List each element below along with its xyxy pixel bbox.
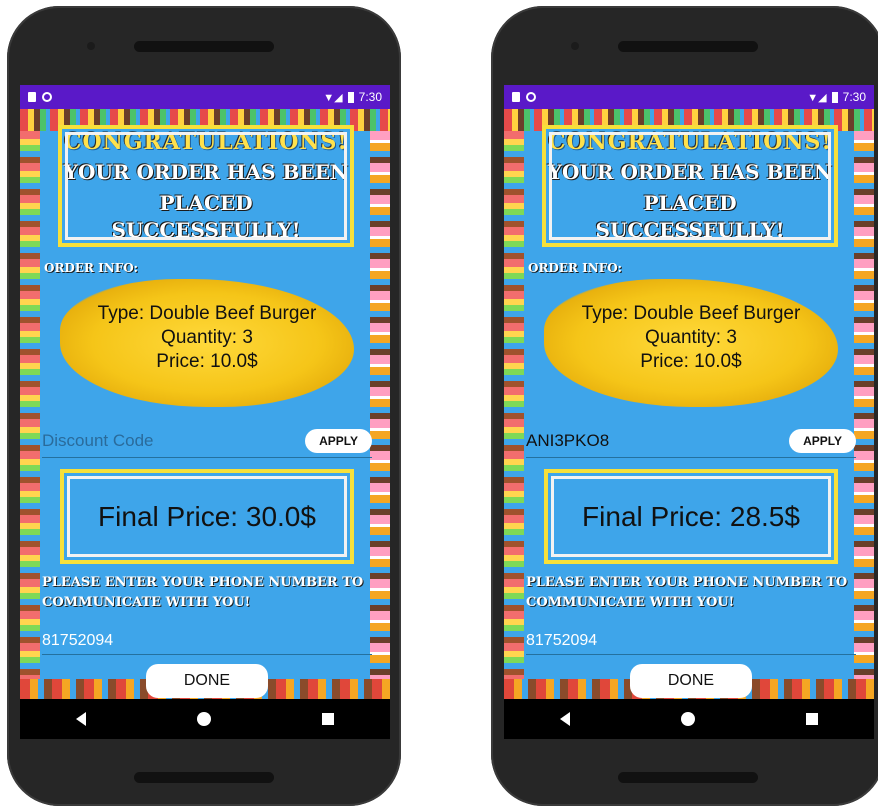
earpiece-speaker <box>618 41 758 52</box>
food-doodle-border-right <box>854 131 874 679</box>
recent-apps-icon[interactable] <box>322 713 335 725</box>
congratulations-banner: CONGRATULATIONS! YOUR ORDER HAS BEEN PLA… <box>58 125 354 247</box>
discount-row: APPLY <box>42 424 372 458</box>
final-price: Final Price: 30.0$ <box>98 500 316 532</box>
battery-icon <box>831 91 838 103</box>
food-doodle-border-left <box>504 131 524 679</box>
battery-icon <box>347 91 354 103</box>
sim-icon <box>512 92 520 102</box>
order-type: Type: Double Beef Burger <box>97 303 317 324</box>
status-time: 7:30 <box>358 90 382 104</box>
bottom-speaker <box>618 772 758 783</box>
home-icon[interactable] <box>196 712 211 726</box>
done-button[interactable]: DONE <box>630 664 752 698</box>
order-info-label: ORDER INFO: <box>44 261 139 275</box>
discount-code-input[interactable] <box>42 430 262 451</box>
android-nav-bar <box>20 699 390 739</box>
congratulations-banner: CONGRATULATIONS! YOUR ORDER HAS BEEN PLA… <box>542 125 838 247</box>
order-quantity: Quantity: 3 <box>645 327 737 348</box>
order-price: Price: 10.0$ <box>640 351 742 372</box>
order-quantity: Quantity: 3 <box>161 327 253 348</box>
apply-button[interactable]: APPLY <box>789 428 856 453</box>
food-doodle-border-left <box>20 131 40 679</box>
home-icon[interactable] <box>680 712 695 726</box>
recent-apps-icon[interactable] <box>806 713 819 725</box>
order-type: Type: Double Beef Burger <box>581 303 801 324</box>
done-button[interactable]: DONE <box>146 664 268 698</box>
discount-row: APPLY <box>526 424 856 458</box>
order-placed-line2: PLACED SUCCESSFULLY! <box>595 190 785 242</box>
phone-number-prompt: PLEASE ENTER YOUR PHONE NUMBER TO COMMUN… <box>42 575 364 610</box>
order-details: Type: Double Beef Burger Quantity: 3 Pri… <box>544 302 838 374</box>
order-details: Type: Double Beef Burger Quantity: 3 Pri… <box>60 302 354 374</box>
sim-icon <box>28 92 36 102</box>
status-bar: ▼◢ 7:30 <box>504 85 874 109</box>
phone-number-row <box>526 627 856 655</box>
phone-number-row <box>42 627 372 655</box>
back-icon[interactable] <box>559 712 570 726</box>
wifi-signal-icon: ▼◢ <box>807 91 827 104</box>
notification-dot-icon <box>42 92 52 102</box>
order-info-label: ORDER INFO: <box>528 261 623 275</box>
android-nav-bar <box>504 699 874 739</box>
phone-number-input[interactable] <box>526 631 826 650</box>
final-price: Final Price: 28.5$ <box>582 500 800 532</box>
front-camera <box>87 42 95 50</box>
final-price-box: Final Price: 28.5$ <box>544 469 838 564</box>
status-bar: ▼◢ 7:30 <box>20 85 390 109</box>
order-placed-line1: YOUR ORDER HAS BEEN <box>63 159 349 184</box>
wifi-signal-icon: ▼◢ <box>323 91 343 104</box>
front-camera <box>571 42 579 50</box>
earpiece-speaker <box>134 41 274 52</box>
order-confirmation-screen: CONGRATULATIONS! YOUR ORDER HAS BEEN PLA… <box>504 109 874 699</box>
phone-screen: ▼◢ 7:30 CONGRATULATIONS! YOUR ORDER HAS B… <box>20 85 390 739</box>
phone-screen: ▼◢ 7:30 CONGRATULATIONS! YOUR ORDER HAS B… <box>504 85 874 739</box>
bottom-speaker <box>134 772 274 783</box>
final-price-box: Final Price: 30.0$ <box>60 469 354 564</box>
congrats-title: CONGRATULATIONS! <box>547 128 833 155</box>
status-time: 7:30 <box>842 90 866 104</box>
order-confirmation-screen: CONGRATULATIONS! YOUR ORDER HAS BEEN PLA… <box>20 109 390 699</box>
food-doodle-border-right <box>370 131 390 679</box>
back-icon[interactable] <box>75 712 86 726</box>
phone-device-right: ▼◢ 7:30 CONGRATULATIONS! YOUR ORDER HAS B… <box>491 6 878 806</box>
phone-number-prompt: PLEASE ENTER YOUR PHONE NUMBER TO COMMUN… <box>526 575 848 610</box>
congrats-title: CONGRATULATIONS! <box>63 128 349 155</box>
discount-code-input[interactable] <box>526 430 746 451</box>
order-placed-line2: PLACED SUCCESSFULLY! <box>111 190 301 242</box>
order-price: Price: 10.0$ <box>156 351 258 372</box>
phone-number-input[interactable] <box>42 631 342 650</box>
order-placed-line1: YOUR ORDER HAS BEEN <box>547 159 833 184</box>
phone-device-left: ▼◢ 7:30 CONGRATULATIONS! YOUR ORDER HAS B… <box>7 6 401 806</box>
apply-button[interactable]: APPLY <box>305 428 372 453</box>
notification-dot-icon <box>526 92 536 102</box>
